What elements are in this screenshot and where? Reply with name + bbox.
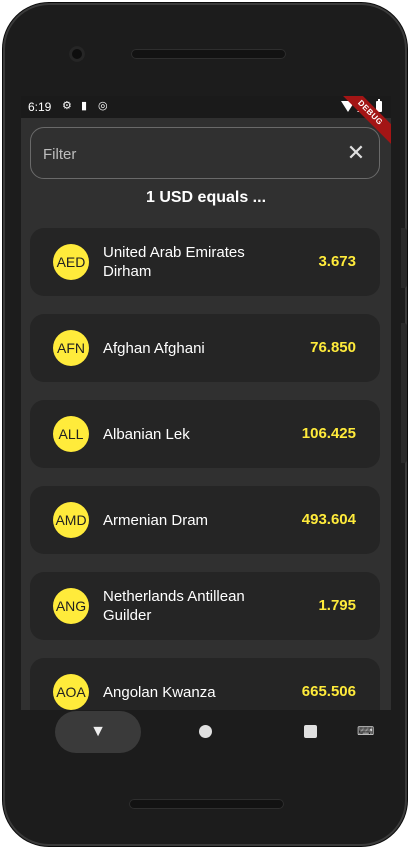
volume-button [401, 323, 407, 463]
system-nav-bar: ▼ ⌨ [21, 710, 391, 758]
list-item[interactable]: AED United Arab Emirates Dirham 3.673 [30, 228, 380, 296]
currency-code-badge: AED [53, 244, 89, 280]
back-button[interactable]: ▼ [55, 711, 141, 753]
currency-name: Afghan Afghani [103, 339, 205, 357]
currency-code-badge: AMD [53, 502, 89, 538]
front-camera [69, 46, 85, 62]
exchange-rate: 76.850 [310, 339, 356, 356]
exchange-rate: 493.604 [301, 511, 356, 528]
currency-name: Armenian Dram [103, 511, 209, 529]
bottom-speaker [129, 799, 284, 809]
exchange-rate: 3.673 [318, 253, 356, 270]
list-item[interactable]: AFN Afghan Afghani 76.850 [30, 314, 380, 382]
exchange-rate: 665.506 [301, 683, 356, 700]
list-item[interactable]: AMD Armenian Dram 493.604 [30, 486, 380, 554]
power-button [401, 228, 407, 288]
app-screen: 6:19 ⚙ ▮ ◎ DEBUG ✕ 1 USD equals ... AED … [21, 96, 391, 710]
currency-code-badge: ANG [53, 588, 89, 624]
keyboard-icon[interactable]: ⌨ [357, 724, 374, 738]
close-icon[interactable]: ✕ [343, 140, 369, 166]
page-title: 1 USD equals ... [145, 189, 267, 206]
gear-icon: ⚙ [62, 100, 72, 112]
currency-name: United Arab Emirates Dirham [103, 244, 245, 280]
list-item[interactable]: AOA Angolan Kwanza 665.506 [30, 658, 380, 710]
currency-code-badge: AFN [53, 330, 89, 366]
filter-field[interactable]: ✕ [30, 127, 380, 179]
status-bar: 6:19 ⚙ ▮ ◎ DEBUG [21, 96, 391, 149]
sync-icon: ◎ [98, 100, 108, 112]
exchange-rate: 106.425 [301, 425, 356, 442]
currency-name: Netherlands Antillean Guilder [103, 588, 245, 624]
currency-code-badge: AOA [53, 674, 89, 710]
filter-input[interactable] [41, 140, 335, 168]
list-item[interactable]: ALL Albanian Lek 106.425 [30, 400, 380, 468]
home-button[interactable] [199, 725, 212, 738]
sd-card-icon: ▮ [81, 100, 88, 112]
currency-code-badge: ALL [53, 416, 89, 452]
recents-button[interactable] [304, 725, 317, 738]
exchange-rate: 1.795 [318, 597, 356, 614]
triangle-down-icon: ▼ [90, 723, 106, 740]
status-time: 6:19 [28, 100, 52, 114]
earpiece-speaker [131, 49, 286, 59]
list-item[interactable]: ANG Netherlands Antillean Guilder 1.795 [30, 572, 380, 640]
currency-name: Angolan Kwanza [103, 683, 216, 701]
currency-name: Albanian Lek [103, 425, 190, 443]
